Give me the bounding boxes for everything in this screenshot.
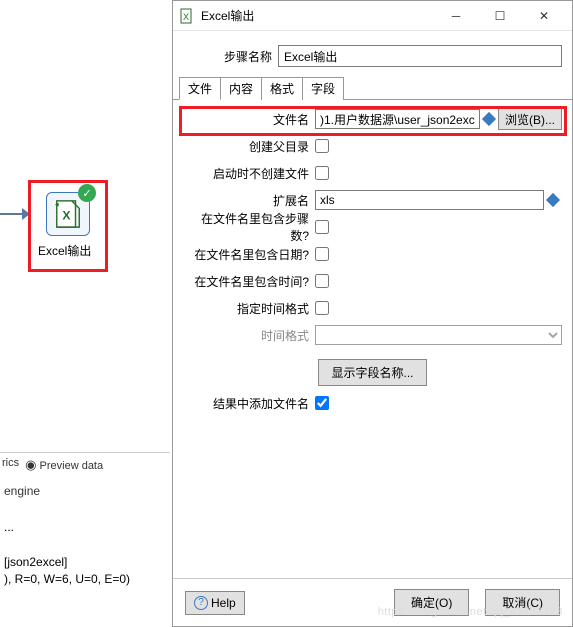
date-row: 在文件名里包含日期? (183, 243, 562, 265)
watermark: https://blog.csdn.net/qq_43733123 (378, 606, 563, 618)
no-create-start-label: 启动时不创建文件 (183, 165, 315, 182)
timefmt-field-row: 时间格式 (183, 324, 562, 346)
node-label: Excel输出 (38, 242, 91, 259)
tab-fields[interactable]: 字段 (302, 77, 344, 100)
result-add-label: 结果中添加文件名 (183, 395, 315, 412)
step-name-label: 步骤名称 (183, 48, 278, 65)
dialog-footer: ?Help 确定(O) 取消(C) (173, 578, 572, 626)
time-label: 在文件名里包含时间? (183, 273, 315, 290)
create-dir-row: 创建父目录 (183, 135, 562, 157)
ext-input[interactable] (315, 190, 544, 210)
time-row: 在文件名里包含时间? (183, 270, 562, 292)
create-dir-label: 创建父目录 (183, 138, 315, 155)
log-line-2: ), R=0, W=6, U=0, E=0) (4, 572, 130, 586)
browse-button[interactable]: 浏览(B)... (498, 108, 562, 130)
excel-output-dialog: X Excel输出 ─ ☐ ✕ 步骤名称 文件 内容 格式 字段 文件名 浏览(… (172, 0, 573, 627)
form-area: 文件名 浏览(B)... 创建父目录 启动时不创建文件 扩展名 在文件名里包含步… (173, 100, 572, 427)
ellipsis-text: ... (4, 520, 14, 534)
ext-row: 扩展名 (183, 189, 562, 211)
result-add-row: 结果中添加文件名 (183, 392, 562, 414)
step-name-row: 步骤名称 (173, 31, 572, 77)
result-add-checkbox[interactable] (315, 396, 329, 410)
variable-icon[interactable] (546, 193, 560, 207)
svg-text:X: X (62, 209, 71, 223)
date-label: 在文件名里包含日期? (183, 246, 315, 263)
show-field-names-button[interactable]: 显示字段名称... (318, 359, 426, 386)
log-line-1: [json2excel] (4, 555, 67, 569)
stepnum-row: 在文件名里包含步骤数? (183, 216, 562, 238)
timefmt-select[interactable] (315, 325, 562, 345)
bottom-tabs: rics ◉ Preview data (0, 452, 170, 477)
excel-file-icon: X (179, 8, 195, 24)
filename-label: 文件名 (183, 111, 315, 128)
step-name-input[interactable] (278, 45, 562, 67)
help-button[interactable]: ?Help (185, 591, 245, 615)
timefmt-label: 指定时间格式 (183, 300, 315, 317)
titlebar: X Excel输出 ─ ☐ ✕ (173, 1, 572, 31)
create-dir-checkbox[interactable] (315, 139, 329, 153)
filename-row: 文件名 浏览(B)... (183, 108, 562, 130)
ext-label: 扩展名 (183, 192, 315, 209)
time-checkbox[interactable] (315, 274, 329, 288)
maximize-button[interactable]: ☐ (478, 2, 522, 30)
stepnum-checkbox[interactable] (315, 220, 329, 234)
eye-icon: ◉ (25, 457, 36, 472)
tab-format[interactable]: 格式 (261, 77, 303, 100)
canvas-area: X ✓ Excel输出 rics ◉ Preview data engine .… (0, 0, 170, 627)
no-create-start-checkbox[interactable] (315, 166, 329, 180)
date-checkbox[interactable] (315, 247, 329, 261)
close-button[interactable]: ✕ (522, 2, 566, 30)
engine-text: engine (4, 484, 40, 498)
minimize-button[interactable]: ─ (434, 2, 478, 30)
metrics-tab[interactable]: rics (2, 457, 19, 473)
help-icon: ? (194, 596, 208, 610)
no-create-start-row: 启动时不创建文件 (183, 162, 562, 184)
svg-text:X: X (183, 12, 189, 22)
success-badge-icon: ✓ (78, 184, 96, 202)
stepnum-label: 在文件名里包含步骤数? (183, 210, 315, 244)
timefmt-checkbox[interactable] (315, 301, 329, 315)
show-fields-row: 显示字段名称... (183, 351, 562, 392)
dialog-title: Excel输出 (201, 7, 434, 24)
filename-input[interactable] (315, 109, 480, 129)
excel-file-icon: X (53, 199, 83, 229)
timefmt-row: 指定时间格式 (183, 297, 562, 319)
variable-icon[interactable] (482, 112, 496, 126)
preview-tab[interactable]: ◉ Preview data (25, 457, 103, 473)
tab-content[interactable]: 内容 (220, 77, 262, 100)
tabs: 文件 内容 格式 字段 (173, 77, 572, 100)
timefmt-field-label: 时间格式 (183, 327, 315, 344)
tab-file[interactable]: 文件 (179, 77, 221, 100)
